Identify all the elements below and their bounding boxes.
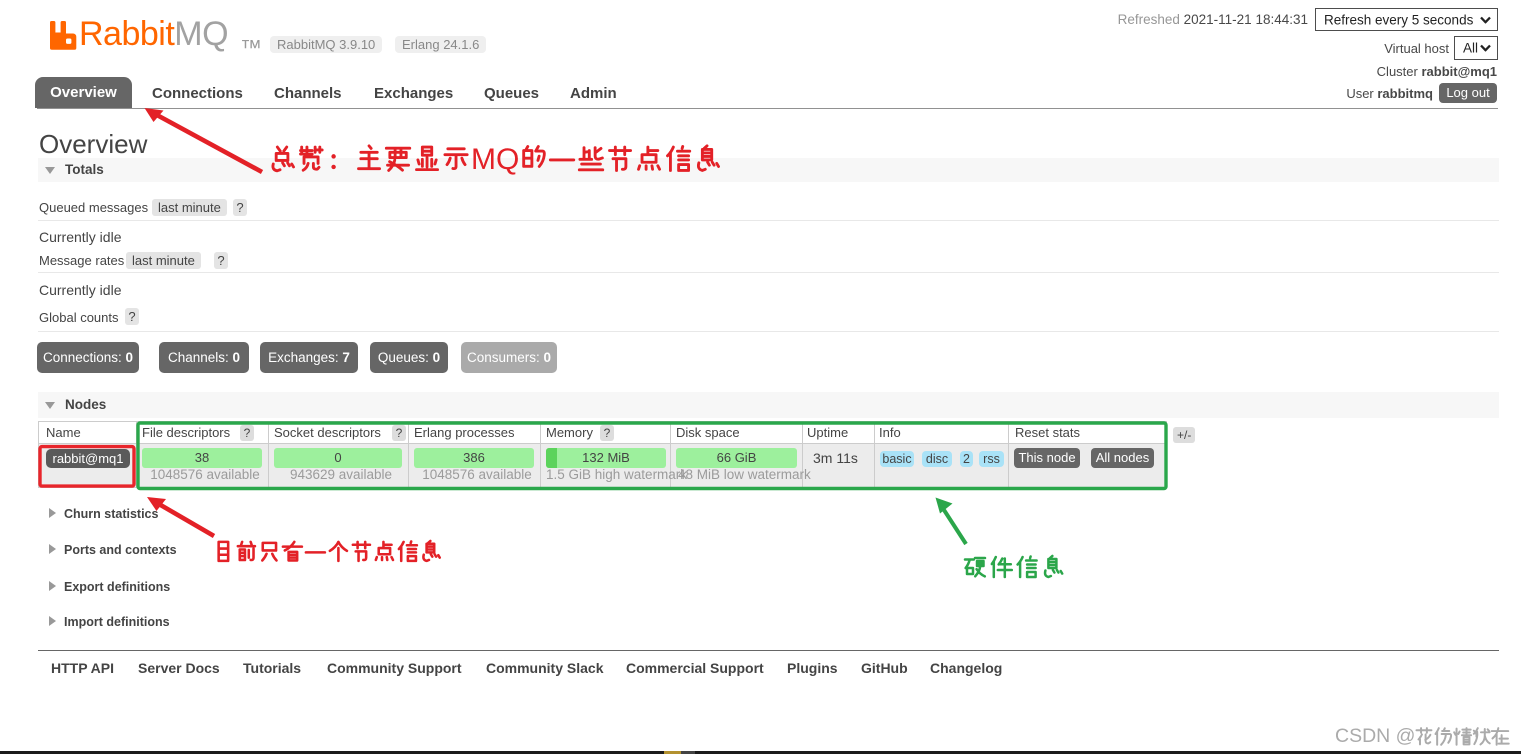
svg-text:CSDN @: CSDN @ <box>1335 725 1415 747</box>
